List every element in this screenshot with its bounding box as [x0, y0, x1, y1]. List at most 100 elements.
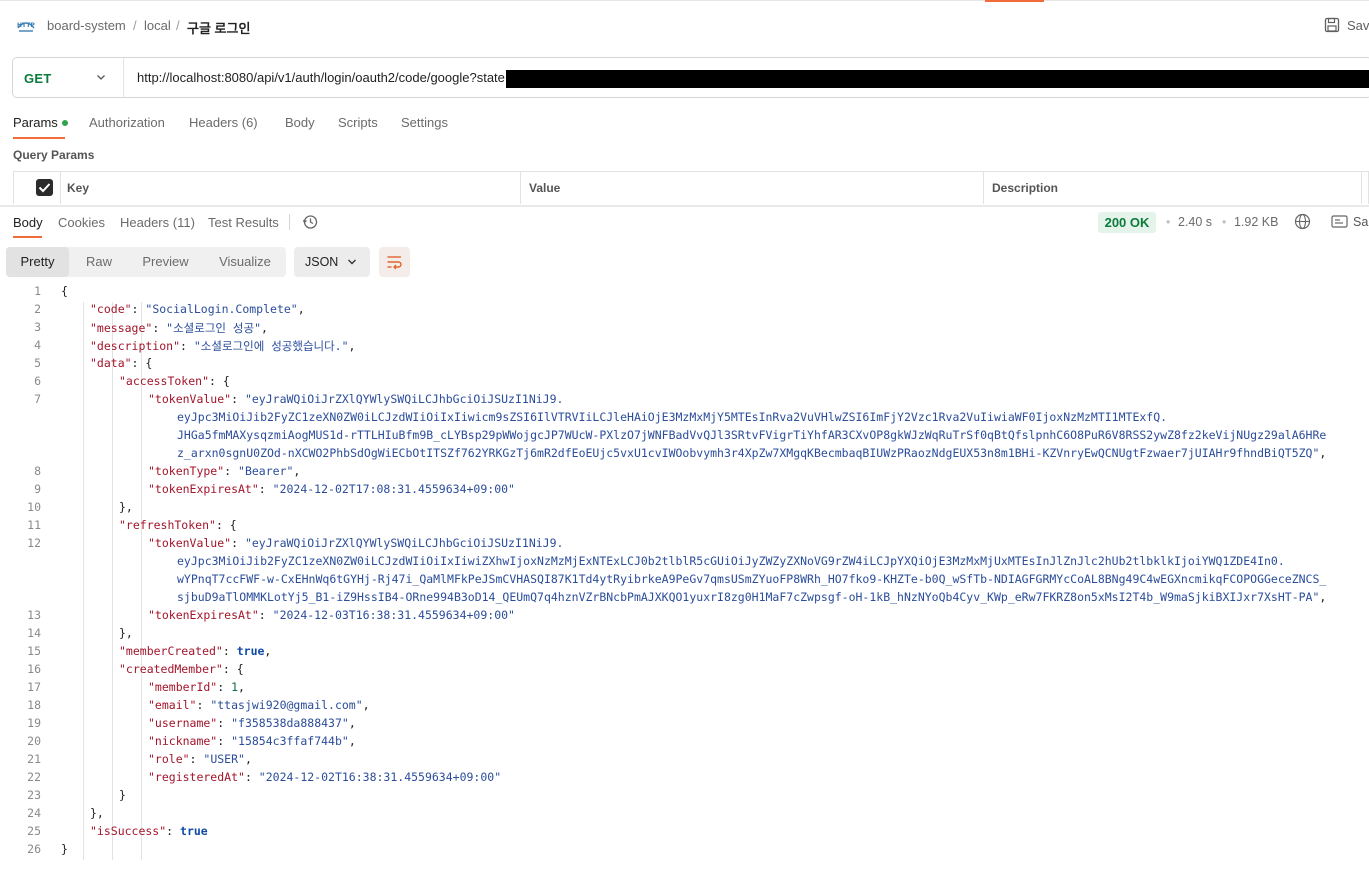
- history-icon[interactable]: [302, 214, 318, 230]
- chevron-down-icon[interactable]: [96, 72, 106, 82]
- code-line: "nickname": "15854c3ffaf744b",: [148, 734, 356, 748]
- url-input[interactable]: http://localhost:8080/api/v1/auth/login/…: [137, 70, 505, 85]
- code-line: eyJpc3MiOiJib2FyZC1zeXN0ZW0iLCJzdWIiOiIx…: [177, 554, 1285, 568]
- code-token: ,: [264, 644, 272, 658]
- code-token: :: [131, 302, 146, 316]
- tab-params[interactable]: Params: [13, 115, 68, 130]
- code-line: {: [61, 284, 68, 298]
- code-token: ,: [297, 302, 305, 316]
- response-tab-body[interactable]: Body: [13, 215, 43, 230]
- code-token: :: [196, 698, 211, 712]
- view-visualize[interactable]: Visualize: [210, 247, 280, 277]
- view-raw[interactable]: Raw: [75, 247, 123, 277]
- code-token: "refreshToken": [119, 518, 216, 532]
- request-title[interactable]: 구글 로그인: [187, 18, 250, 37]
- line-number: 24: [27, 806, 41, 820]
- line-number: 18: [27, 698, 41, 712]
- code-token: "eyJraWQiOiJrZXlQYWlySWQiLCJhbGciOiJSUzI…: [244, 392, 564, 406]
- code-token: "memberId": [148, 680, 218, 694]
- code-line: "createdMember": {: [119, 662, 244, 676]
- tab-scripts[interactable]: Scripts: [338, 115, 378, 130]
- code-line: },: [119, 626, 133, 640]
- column-divider: [1361, 171, 1362, 204]
- code-token: wYPnqT7ccFWF-w-CxEHnWq6tGYHj-Rj47i_QaMlM…: [177, 572, 1327, 586]
- line-number: 20: [27, 734, 41, 748]
- code-line: "tokenExpiresAt": "2024-12-03T16:38:31.4…: [148, 608, 515, 622]
- breadcrumb-workspace[interactable]: board-system: [47, 18, 126, 33]
- redacted-region: [506, 70, 1369, 88]
- url-divider: [123, 58, 124, 97]
- line-number: 2: [34, 302, 41, 316]
- line-number: 26: [27, 842, 41, 856]
- response-tab-headers[interactable]: Headers (11): [120, 215, 195, 230]
- column-description: Description: [992, 181, 1059, 195]
- code-token: : {: [222, 662, 244, 676]
- tab-settings[interactable]: Settings: [401, 115, 448, 130]
- globe-icon[interactable]: [1294, 213, 1311, 230]
- line-number: 3: [34, 320, 41, 334]
- tab-body[interactable]: Body: [285, 115, 315, 130]
- response-size[interactable]: 1.92 KB: [1234, 215, 1278, 229]
- save-button[interactable]: Save: [1324, 17, 1369, 33]
- tab-authorization[interactable]: Authorization: [89, 115, 165, 130]
- code-token: "memberCreated": [119, 644, 223, 658]
- response-tab-test-results[interactable]: Test Results: [208, 215, 279, 230]
- code-line: "tokenValue": "eyJraWQiOiJrZXlQYWlySWQiL…: [148, 536, 563, 550]
- checkbox-icon[interactable]: [36, 179, 53, 196]
- response-tab-cookies[interactable]: Cookies: [58, 215, 105, 230]
- breadcrumb-separator: /: [133, 18, 137, 33]
- code-line: "refreshToken": {: [119, 518, 237, 532]
- code-line: JHGa5fmMAXysqzmiAogMUS1d-rTTLHIuBfm9B_cL…: [177, 428, 1326, 442]
- code-token: "nickname": [148, 734, 218, 748]
- code-token: "isSuccess": [90, 824, 167, 838]
- code-token: ,: [293, 464, 301, 478]
- http-icon: HTTP: [17, 22, 35, 32]
- code-token: ,: [348, 716, 356, 730]
- code-line: "tokenType": "Bearer",: [148, 464, 300, 478]
- code-token: ,: [244, 752, 252, 766]
- view-preview[interactable]: Preview: [133, 247, 198, 277]
- code-token: :: [166, 824, 181, 838]
- pane-splitter[interactable]: [0, 205, 1369, 207]
- params-indicator-dot: [61, 119, 68, 126]
- column-divider: [983, 171, 984, 204]
- code-token: "email": [148, 698, 197, 712]
- column-divider: [60, 171, 61, 204]
- line-number: 11: [27, 518, 41, 532]
- code-token: ,: [348, 734, 356, 748]
- code-line: "code": "SocialLogin.Complete",: [90, 302, 305, 316]
- code-line: },: [90, 806, 104, 820]
- line-number: 9: [34, 482, 41, 496]
- meta-separator: •: [1222, 215, 1227, 229]
- code-token: "tokenValue": [148, 392, 232, 406]
- code-token: "2024-12-02T17:08:31.4559634+09:00": [272, 482, 515, 496]
- code-line: sjbuD9aTlOMMKLotYj5_B1-iZ9HssIB4-ORne994…: [177, 590, 1326, 604]
- save-response-label[interactable]: Sa: [1353, 215, 1368, 229]
- code-token: "소셜로그인 성공": [166, 321, 262, 335]
- code-line: "registeredAt": "2024-12-02T16:38:31.455…: [148, 770, 501, 784]
- code-token: true: [180, 824, 208, 838]
- code-token: ,: [1319, 590, 1327, 604]
- method-select[interactable]: GET: [24, 71, 52, 86]
- code-line: }: [61, 842, 68, 856]
- code-token: :: [189, 752, 204, 766]
- save-response-icon[interactable]: [1331, 214, 1349, 230]
- breadcrumb-folder[interactable]: local: [144, 18, 171, 33]
- code-token: :: [152, 321, 167, 335]
- code-token: : {: [209, 374, 230, 388]
- code-token: :: [222, 644, 237, 658]
- code-line: "role": "USER",: [148, 752, 252, 766]
- top-border: [0, 0, 1369, 1]
- code-line: "description": "소셜로그인에 성공했습니다.",: [90, 338, 355, 354]
- response-body-viewer[interactable]: 1 {2 "code": "SocialLogin.Complete", 3 "mess…: [0, 282, 1369, 882]
- status-badge[interactable]: 200 OK: [1098, 212, 1156, 233]
- tab-headers[interactable]: Headers (6): [189, 115, 258, 130]
- code-token: "tokenType": [148, 464, 225, 478]
- code-token: :: [217, 716, 232, 730]
- save-icon: [1324, 17, 1340, 33]
- response-time[interactable]: 2.40 s: [1178, 215, 1212, 229]
- line-number: 7: [34, 392, 41, 406]
- code-token: :: [258, 482, 273, 496]
- code-token: ,: [348, 339, 356, 353]
- view-pretty[interactable]: Pretty: [6, 247, 69, 277]
